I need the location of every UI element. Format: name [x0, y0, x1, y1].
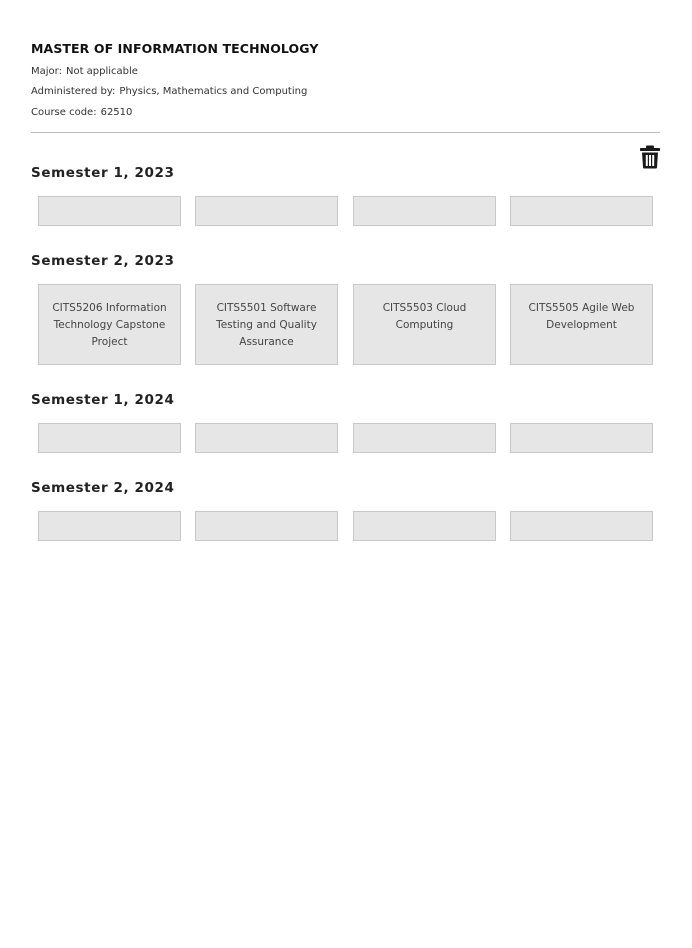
- semester-heading: Semester 1, 2023: [31, 165, 175, 181]
- unit-card[interactable]: CITS5505 Agile Web Development: [510, 284, 653, 365]
- unit-card[interactable]: CITS5206 Information Technology Capstone…: [38, 284, 181, 365]
- unit-card[interactable]: CITS5503 Cloud Computing: [353, 284, 496, 365]
- unit-slot-empty[interactable]: [353, 423, 496, 453]
- unit-slot-empty[interactable]: [38, 196, 181, 226]
- trash-icon: [640, 145, 660, 169]
- unit-slot-empty[interactable]: [353, 511, 496, 541]
- unit-slot-empty[interactable]: [195, 423, 338, 453]
- semester-heading: Semester 1, 2024: [31, 392, 175, 408]
- unit-card[interactable]: CITS5501 Software Testing and Quality As…: [195, 284, 338, 365]
- unit-slot-empty[interactable]: [195, 511, 338, 541]
- unit-card-label: CITS5206 Information Technology Capstone…: [52, 302, 167, 348]
- course-title: MASTER OF INFORMATION TECHNOLOGY: [31, 41, 319, 56]
- course-administered-by: Administered by: Physics, Mathematics and…: [31, 86, 307, 98]
- unit-slot-empty[interactable]: [353, 196, 496, 226]
- course-major: Major: Not applicable: [31, 66, 138, 78]
- unit-slot-empty[interactable]: [510, 423, 653, 453]
- course-code-label: Course code:: [31, 107, 97, 118]
- unit-slot-empty[interactable]: [195, 196, 338, 226]
- semester-heading: Semester 2, 2024: [31, 480, 175, 496]
- delete-plan-button[interactable]: [639, 145, 661, 169]
- unit-slot-empty[interactable]: [510, 196, 653, 226]
- course-administered-value: Physics, Mathematics and Computing: [119, 86, 308, 97]
- header-divider: [31, 132, 660, 133]
- course-code-value: 62510: [100, 107, 133, 118]
- unit-card-label: CITS5505 Agile Web Development: [528, 302, 635, 331]
- unit-card-label: CITS5501 Software Testing and Quality As…: [216, 302, 317, 348]
- course-administered-label: Administered by:: [31, 86, 116, 97]
- unit-card-label: CITS5503 Cloud Computing: [382, 302, 467, 331]
- unit-slot-empty[interactable]: [38, 423, 181, 453]
- course-major-value: Not applicable: [65, 66, 138, 77]
- unit-slot-empty[interactable]: [510, 511, 653, 541]
- course-header: MASTER OF INFORMATION TECHNOLOGY Major: N…: [31, 41, 661, 119]
- course-code: Course code: 62510: [31, 107, 132, 119]
- semester-heading: Semester 2, 2023: [31, 253, 175, 269]
- unit-slot-empty[interactable]: [38, 511, 181, 541]
- course-major-label: Major:: [31, 66, 62, 77]
